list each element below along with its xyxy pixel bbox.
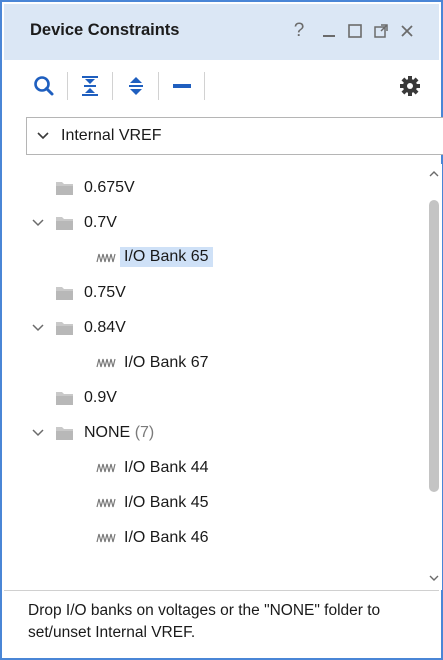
folder-icon: [56, 182, 73, 195]
tree-node-label: 0.675V: [84, 179, 135, 196]
io-bank-icon: [96, 498, 116, 508]
folder-icon: [56, 322, 73, 335]
hint-divider: [4, 590, 439, 591]
float-button[interactable]: [370, 18, 392, 44]
tree-node-name: NONE: [84, 424, 131, 441]
tree-node-label: 0.84V: [84, 319, 126, 336]
folder-icon: [56, 217, 73, 230]
folder-icon: [56, 287, 73, 300]
tree-node-label: 0.9V: [84, 389, 117, 406]
tree-node-label: I/O Bank 65: [120, 247, 213, 267]
tree-node-io-bank-65[interactable]: I/O Bank 65: [26, 242, 426, 274]
io-bank-icon: [96, 358, 116, 368]
tree-node-label: I/O Bank 67: [124, 354, 209, 371]
tree-node-09v[interactable]: 0.9V: [26, 382, 426, 414]
hint-text: Drop I/O banks on voltages or the "NONE"…: [28, 602, 381, 641]
expand-all-button[interactable]: [122, 72, 150, 100]
tree-node-label: I/O Bank 45: [124, 494, 209, 511]
toolbar: [4, 60, 439, 112]
folder-icon: [56, 392, 73, 405]
io-bank-icon: [96, 463, 116, 473]
help-button[interactable]: ?: [288, 18, 310, 44]
expand-all-icon: [129, 77, 143, 95]
tree-node-io-bank-44[interactable]: I/O Bank 44: [26, 452, 426, 484]
panel-title: Device Constraints: [30, 21, 180, 39]
maximize-icon: [348, 24, 362, 38]
collapse-all-icon: [82, 76, 98, 96]
chevron-down-icon[interactable]: [30, 320, 46, 336]
collapse-all-button[interactable]: [76, 72, 104, 100]
tree-node-label: NONE (7): [84, 424, 154, 442]
tree-node-io-bank-46[interactable]: I/O Bank 46: [26, 522, 426, 554]
maximize-button[interactable]: [344, 18, 366, 44]
toolbar-separator: [112, 72, 113, 100]
io-bank-icon: [96, 253, 116, 263]
filter-selected-value: Internal VREF: [61, 127, 162, 144]
tree-node-count: (7): [134, 424, 155, 441]
tree-node-label: I/O Bank 44: [124, 459, 209, 476]
minus-icon: [173, 84, 191, 88]
settings-button[interactable]: [396, 72, 424, 100]
tree-node-label: I/O Bank 46: [124, 529, 209, 546]
tree-node-075v[interactable]: 0.75V: [26, 277, 426, 309]
tree-scrollbar[interactable]: [426, 164, 442, 590]
minimize-button[interactable]: [318, 18, 340, 44]
tree-node-0675v[interactable]: 0.675V: [26, 172, 426, 204]
search-icon: [34, 76, 54, 96]
io-bank-icon: [96, 533, 116, 543]
tree-node-084v[interactable]: 0.84V: [26, 312, 426, 344]
toolbar-separator: [67, 72, 68, 100]
tree-node-none[interactable]: NONE (7): [26, 417, 426, 449]
float-icon: [374, 24, 388, 38]
minimize-icon: [323, 35, 335, 37]
constraints-tree: 0.675V 0.7V I/O Bank 65 0.75V 0.84V I/O …: [26, 164, 426, 590]
tree-node-label: 0.7V: [84, 214, 117, 231]
tree-node-io-bank-45[interactable]: I/O Bank 45: [26, 487, 426, 519]
help-icon: ?: [293, 20, 305, 41]
toolbar-separator: [204, 72, 205, 100]
scroll-up-icon[interactable]: [428, 168, 440, 180]
gear-icon: [400, 76, 420, 96]
search-button[interactable]: [30, 72, 58, 100]
remove-button[interactable]: [168, 72, 196, 100]
toolbar-separator: [158, 72, 159, 100]
tree-node-07v[interactable]: 0.7V: [26, 207, 426, 239]
device-constraints-panel: Device Constraints ? Internal VREF 0.675…: [0, 0, 443, 660]
chevron-down-icon[interactable]: [30, 425, 46, 441]
scroll-thumb[interactable]: [429, 200, 439, 492]
folder-icon: [56, 427, 73, 440]
scroll-down-icon[interactable]: [428, 572, 440, 584]
chevron-down-icon: [37, 132, 49, 140]
title-bar: Device Constraints ?: [4, 4, 439, 60]
tree-node-io-bank-67[interactable]: I/O Bank 67: [26, 347, 426, 379]
close-icon: [401, 25, 413, 37]
chevron-down-icon[interactable]: [30, 215, 46, 231]
close-button[interactable]: [396, 18, 418, 44]
vref-filter-dropdown[interactable]: Internal VREF: [26, 117, 443, 155]
tree-node-label: 0.75V: [84, 284, 126, 301]
